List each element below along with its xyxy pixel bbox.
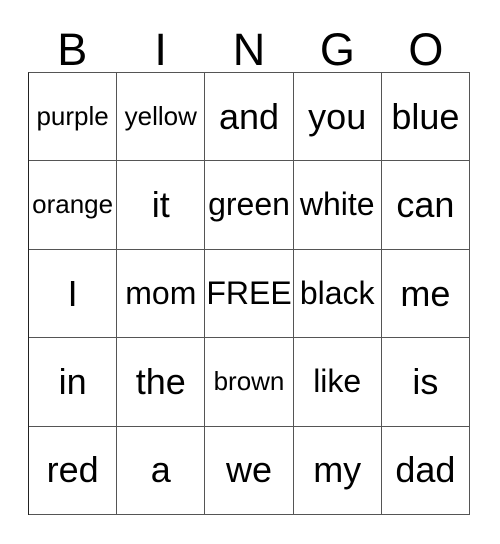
- bingo-cell[interactable]: orange: [29, 161, 118, 250]
- bingo-cell-label: I: [67, 272, 78, 314]
- bingo-cell-label: white: [299, 186, 375, 223]
- bingo-cell-label: like: [313, 363, 362, 400]
- bingo-free-cell[interactable]: FREE: [205, 249, 294, 339]
- bingo-header-letter: B: [57, 24, 88, 75]
- bingo-cell[interactable]: purple: [29, 73, 118, 162]
- bingo-header-cell-1: I: [116, 18, 204, 72]
- bingo-header-letter: N: [232, 24, 266, 75]
- bingo-cell-label: mom: [125, 274, 197, 311]
- bingo-cell[interactable]: in: [29, 338, 118, 427]
- bingo-header-cell-4: O: [382, 18, 470, 72]
- bingo-cell[interactable]: red: [29, 426, 118, 515]
- bingo-cell-label: you: [308, 95, 367, 137]
- bingo-cell[interactable]: I: [29, 249, 118, 339]
- bingo-cell[interactable]: blue: [381, 73, 470, 162]
- bingo-cell[interactable]: is: [381, 338, 470, 427]
- bingo-cell-label: blue: [391, 95, 460, 137]
- bingo-cell[interactable]: a: [117, 426, 206, 515]
- bingo-cell[interactable]: black: [293, 249, 382, 339]
- bingo-cell-label: yellow: [124, 101, 197, 132]
- bingo-cell[interactable]: mom: [117, 249, 206, 339]
- bingo-cell[interactable]: you: [293, 73, 382, 162]
- bingo-cell-label: and: [218, 95, 280, 137]
- bingo-cell[interactable]: like: [293, 338, 382, 427]
- bingo-header-row: BINGO: [28, 18, 470, 72]
- bingo-cell[interactable]: green: [205, 161, 294, 250]
- bingo-grid: purple yellow and you blue orange it green white…: [28, 72, 470, 515]
- bingo-cell[interactable]: white: [293, 161, 382, 250]
- bingo-cell[interactable]: me: [381, 249, 470, 339]
- bingo-card: B I N G O purple yellow and you blue orange it gree…: [0, 0, 500, 544]
- bingo-cell[interactable]: yellow: [117, 73, 206, 162]
- bingo-cell[interactable]: it: [117, 161, 206, 250]
- bingo-cell[interactable]: can: [381, 161, 470, 250]
- bingo-cell[interactable]: and: [205, 73, 294, 162]
- bingo-cell-label: green: [208, 186, 290, 223]
- bingo-header-cell-2: N: [205, 18, 293, 72]
- bingo-cell-label: me: [400, 272, 451, 314]
- bingo-cell-label: FREE: [206, 274, 292, 311]
- bingo-header-letter: G: [319, 24, 355, 75]
- bingo-cell-label: dad: [395, 449, 456, 491]
- bingo-cell-label: orange: [32, 189, 114, 220]
- bingo-cell[interactable]: my: [293, 426, 382, 515]
- bingo-cell-label: the: [135, 360, 186, 402]
- bingo-cell-label: purple: [36, 101, 109, 132]
- bingo-cell[interactable]: the: [117, 338, 206, 427]
- bingo-cell-label: my: [313, 449, 362, 491]
- bingo-header-cell-0: B: [28, 18, 116, 72]
- bingo-cell-label: is: [412, 360, 439, 402]
- bingo-cell[interactable]: we: [205, 426, 294, 515]
- bingo-cell-label: black: [299, 274, 375, 311]
- bingo-cell[interactable]: brown: [205, 338, 294, 427]
- bingo-cell-label: a: [150, 449, 171, 491]
- bingo-header-letter: I: [154, 24, 167, 75]
- bingo-cell-label: brown: [213, 366, 285, 397]
- bingo-cell-label: red: [46, 449, 99, 491]
- bingo-cell-label: we: [225, 449, 272, 491]
- bingo-cell-label: in: [58, 360, 87, 402]
- bingo-header-letter: O: [408, 24, 444, 75]
- bingo-header-cell-3: G: [293, 18, 381, 72]
- bingo-cell-label: can: [396, 184, 455, 226]
- bingo-cell[interactable]: dad: [381, 426, 470, 515]
- bingo-cell-label: it: [151, 184, 170, 226]
